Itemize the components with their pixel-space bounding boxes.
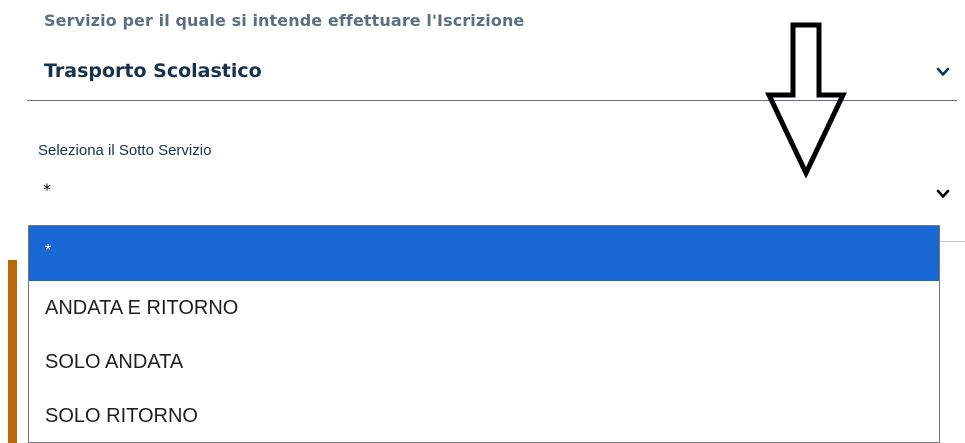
hollow-down-arrow-icon [765,22,847,178]
service-field-label: Servizio per il quale si intende effettu… [44,11,525,30]
accent-bar [8,260,17,443]
service-selected-value: Trasporto Scolastico [44,60,262,82]
dropdown-option-solo-ritorno[interactable]: SOLO RITORNO [29,389,939,443]
sub-service-selected-value: * [43,180,51,199]
sub-service-field-label: Seleziona il Sotto Servizio [38,142,212,159]
sub-service-select[interactable]: * [27,172,957,224]
form-root: Servizio per il quale si intende effettu… [0,0,965,443]
chevron-down-icon [935,64,951,80]
dropdown-option-andata-e-ritorno[interactable]: ANDATA E RITORNO [29,281,939,335]
sub-service-dropdown-list: * ANDATA E RITORNO SOLO ANDATA SOLO RITO… [28,225,940,443]
dropdown-option-solo-andata[interactable]: SOLO ANDATA [29,335,939,389]
dropdown-option-asterisk[interactable]: * [29,226,939,281]
chevron-down-icon [935,186,951,202]
